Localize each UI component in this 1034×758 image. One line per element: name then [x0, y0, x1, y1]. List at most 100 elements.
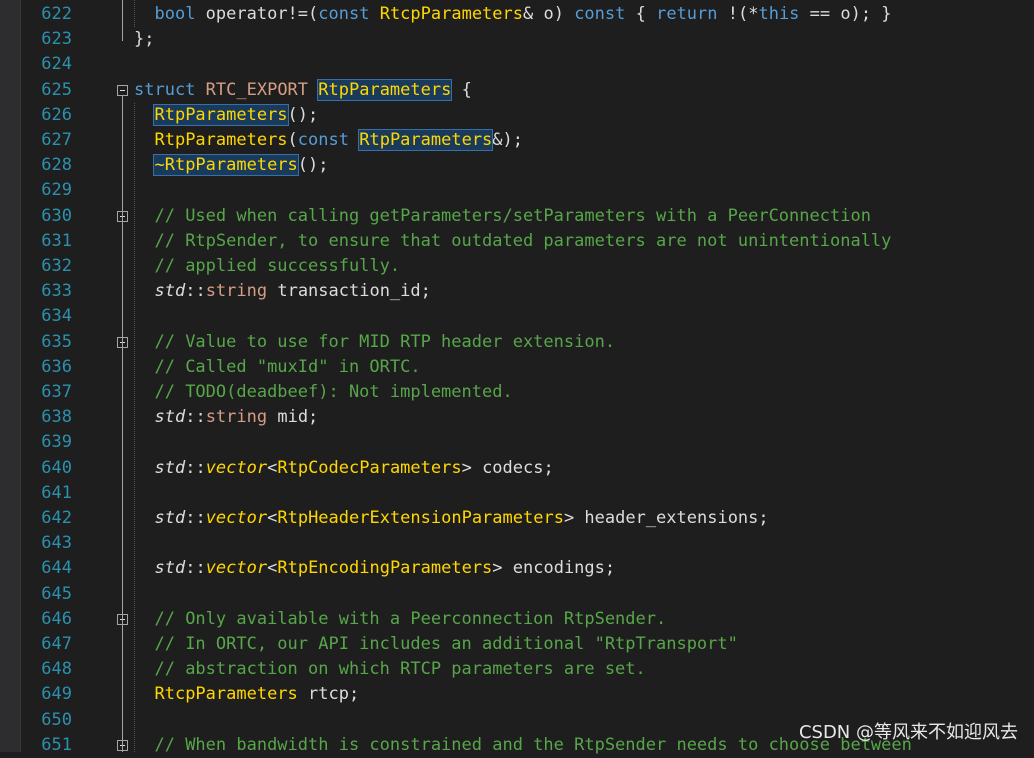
code-text[interactable]: RtpParameters(const RtpParameters&);: [134, 128, 523, 153]
code-text[interactable]: RtpParameters();: [134, 103, 318, 128]
code-token: RtpParameters: [317, 78, 453, 101]
code-token: <: [267, 558, 278, 579]
code-text[interactable]: // Called "muxId" in ORTC.: [134, 355, 420, 380]
line-number: 643: [41, 533, 72, 554]
code-text[interactable]: // Only available with a Peerconnection …: [134, 607, 666, 632]
code-token: RtpParameters: [358, 129, 494, 151]
code-token: {: [625, 4, 657, 24]
code-token: == o); }: [799, 4, 892, 24]
code-line[interactable]: 628 ~RtpParameters();: [0, 153, 1034, 178]
code-text[interactable]: // RtpSender, to ensure that outdated pa…: [134, 229, 891, 254]
code-token: // Only available with a Peerconnection …: [154, 608, 667, 629]
line-number: 634: [41, 306, 72, 327]
line-number: 640: [41, 457, 72, 478]
code-token: // abstraction on which RTCP parameters …: [154, 659, 646, 680]
code-text[interactable]: struct RTC_EXPORT RtpParameters {: [134, 78, 472, 103]
code-line[interactable]: 633 std::string transaction_id;: [0, 279, 1034, 304]
code-line[interactable]: 646 // Only available with a Peerconnect…: [0, 607, 1034, 632]
code-line[interactable]: 632 // applied successfully.: [0, 254, 1034, 279]
line-number: 633: [41, 281, 72, 302]
code-text[interactable]: // applied successfully.: [134, 254, 400, 279]
code-line[interactable]: 639: [0, 430, 1034, 455]
code-token: (: [287, 130, 298, 150]
code-line[interactable]: 627 RtpParameters(const RtpParameters&);: [0, 128, 1034, 153]
code-line[interactable]: 630 // Used when calling getParameters/s…: [0, 204, 1034, 229]
code-line[interactable]: 642 std::vector<RtpHeaderExtensionParame…: [0, 506, 1034, 531]
indent-guide: [134, 0, 136, 28]
code-token: RtpParameters: [154, 130, 288, 150]
line-number: 628: [41, 155, 72, 176]
code-text[interactable]: };: [134, 27, 154, 52]
code-token: ();: [297, 155, 329, 176]
code-line[interactable]: 643: [0, 531, 1034, 556]
code-line[interactable]: 626 RtpParameters();: [0, 103, 1034, 128]
code-line[interactable]: 640 std::vector<RtpCodecParameters> code…: [0, 456, 1034, 481]
code-text[interactable]: bool operator!=(const RtcpParameters& o)…: [134, 2, 892, 27]
code-line[interactable]: 622 bool operator!=(const RtcpParameters…: [0, 2, 1034, 27]
code-token: // In ORTC, our API includes an addition…: [154, 634, 738, 654]
watermark-text: CSDN @等风来不如迎风去: [798, 722, 1018, 743]
code-text[interactable]: // When bandwidth is constrained and the…: [134, 733, 911, 758]
code-line[interactable]: 649 RtcpParameters rtcp;: [0, 682, 1034, 707]
fold-region-line: [122, 0, 123, 42]
line-number: 626: [41, 104, 72, 125]
code-line[interactable]: 638 std::string mid;: [0, 405, 1034, 430]
code-text[interactable]: std::string transaction_id;: [134, 279, 431, 304]
code-token: // applied successfully.: [154, 256, 401, 276]
code-line[interactable]: 644 std::vector<RtpEncodingParameters> e…: [0, 556, 1034, 581]
code-line[interactable]: 625 struct RTC_EXPORT RtpParameters {: [0, 78, 1034, 103]
code-text[interactable]: // In ORTC, our API includes an addition…: [134, 632, 738, 657]
line-number: 631: [41, 230, 72, 251]
code-token: transaction_id;: [267, 281, 431, 302]
code-line[interactable]: 624: [0, 52, 1034, 77]
code-text[interactable]: // Value to use for MID RTP header exten…: [134, 330, 615, 355]
code-line[interactable]: 634: [0, 304, 1034, 329]
code-line[interactable]: 631 // RtpSender, to ensure that outdate…: [0, 229, 1034, 254]
code-token: <: [267, 508, 278, 528]
code-token: ::: [185, 558, 206, 579]
code-token: const: [574, 4, 626, 24]
line-number: 627: [41, 130, 72, 150]
code-text[interactable]: std::vector<RtpEncodingParameters> encod…: [134, 556, 615, 581]
code-token: vector: [205, 558, 268, 579]
code-text[interactable]: std::vector<RtpCodecParameters> codecs;: [134, 456, 553, 481]
code-token: > header_extensions;: [563, 508, 769, 528]
code-line[interactable]: 648 // abstraction on which RTCP paramet…: [0, 657, 1034, 682]
code-token: string: [205, 281, 268, 302]
line-number: 629: [41, 180, 72, 201]
code-line[interactable]: 623};: [0, 27, 1034, 52]
code-line[interactable]: 641: [0, 481, 1034, 506]
code-text[interactable]: // abstraction on which RTCP parameters …: [134, 657, 646, 682]
code-token: operator!=(: [195, 4, 319, 24]
code-line[interactable]: 637 // TODO(deadbeef): Not implemented.: [0, 380, 1034, 405]
code-line[interactable]: 645: [0, 582, 1034, 607]
code-line[interactable]: 647 // In ORTC, our API includes an addi…: [0, 632, 1034, 657]
code-line[interactable]: 636 // Called "muxId" in ORTC.: [0, 355, 1034, 380]
code-editor[interactable]: 622 bool operator!=(const RtcpParameters…: [0, 0, 1034, 755]
code-token: string: [205, 407, 268, 428]
line-number: 645: [41, 583, 72, 604]
code-text[interactable]: // TODO(deadbeef): Not implemented.: [134, 380, 512, 405]
code-token: RtpCodecParameters: [277, 457, 462, 478]
code-text[interactable]: // Used when calling getParameters/setPa…: [134, 204, 870, 229]
code-line[interactable]: 635 // Value to use for MID RTP header e…: [0, 330, 1034, 355]
line-number: 623: [41, 29, 72, 50]
line-number: 636: [41, 356, 72, 377]
code-token: ();: [287, 104, 319, 125]
code-line[interactable]: 629: [0, 178, 1034, 203]
code-text[interactable]: RtcpParameters rtcp;: [134, 682, 359, 707]
fold-collapse-icon[interactable]: [117, 84, 128, 96]
code-text[interactable]: std::string mid;: [134, 405, 318, 430]
code-text[interactable]: ~RtpParameters();: [134, 153, 329, 178]
line-number: 644: [41, 558, 72, 579]
code-text[interactable]: std::vector<RtpHeaderExtensionParameters…: [134, 506, 769, 531]
